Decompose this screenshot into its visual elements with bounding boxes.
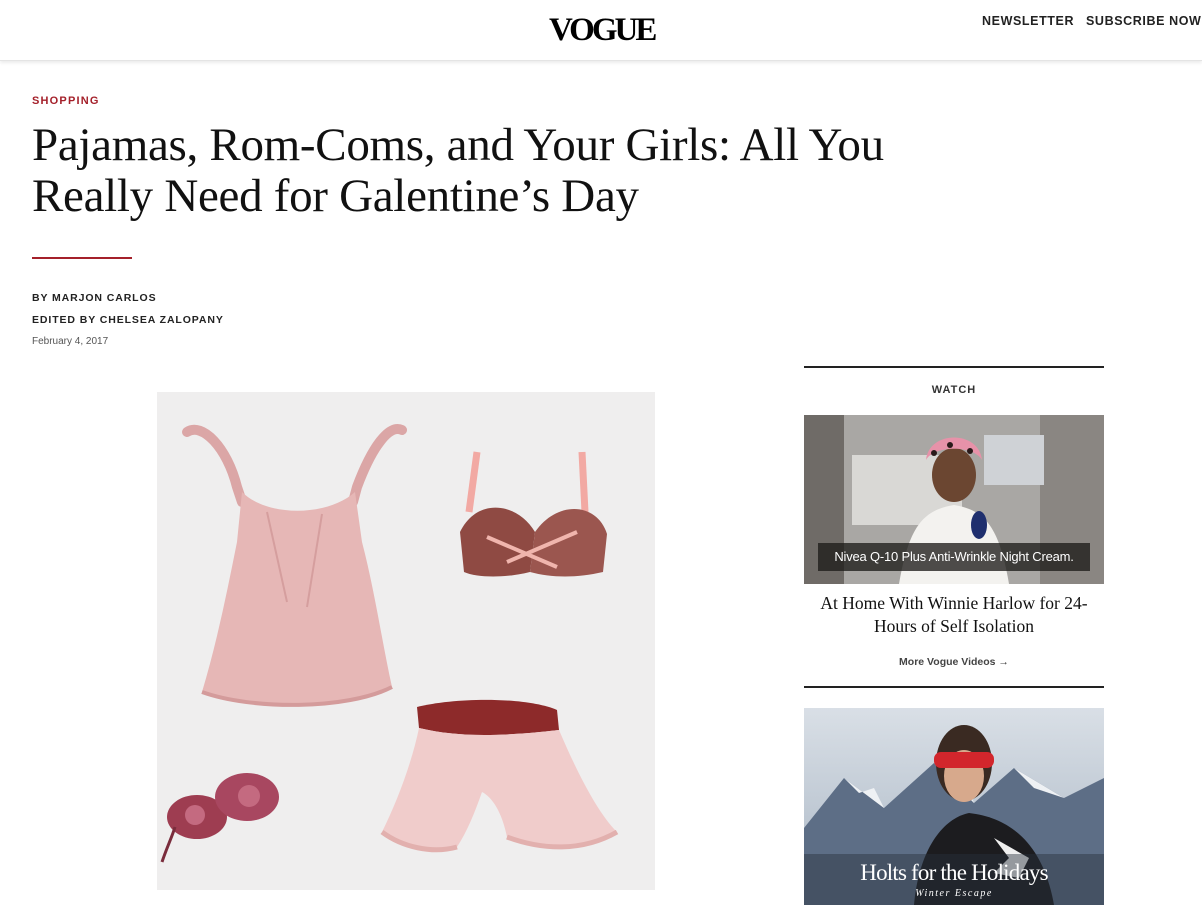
subscribe-now-link[interactable]: SUBSCRIBE NOW	[1086, 14, 1201, 28]
video-caption: Nivea Q-10 Plus Anti-Wrinkle Night Cream…	[818, 543, 1090, 571]
more-vogue-videos-link[interactable]: More Vogue Videos →	[804, 656, 1104, 668]
site-header: VOGUE NEWSLETTER SUBSCRIBE NOW	[0, 0, 1202, 61]
author-link[interactable]: MARJON CARLOS	[52, 292, 156, 304]
vogue-logo[interactable]: VOGUE	[549, 10, 657, 50]
section-tag-shopping[interactable]: SHOPPING	[32, 95, 100, 107]
video-title-link[interactable]: At Home With Winnie Harlow for 24-Hours …	[804, 592, 1104, 638]
byline-author: BY MARJON CARLOS	[32, 292, 156, 304]
newsletter-link[interactable]: NEWSLETTER	[982, 14, 1074, 28]
editor-link[interactable]: CHELSEA ZALOPANY	[100, 314, 224, 326]
headline-divider	[32, 257, 132, 259]
ad-subtitle: Winter Escape	[915, 888, 993, 899]
ad-title: Holts for the Holidays	[860, 860, 1048, 885]
watch-top-rule	[804, 366, 1104, 368]
watch-heading: WATCH	[931, 384, 977, 396]
publish-date: February 4, 2017	[32, 336, 109, 347]
byline-prefix: BY	[32, 292, 53, 304]
article-headline: Pajamas, Rom-Coms, and Your Girls: All Y…	[32, 119, 884, 222]
editor-prefix: EDITED BY	[32, 314, 100, 326]
watch-bottom-rule	[804, 686, 1104, 688]
byline-editor: EDITED BY CHELSEA ZALOPANY	[32, 314, 224, 326]
hero-product-image	[157, 392, 655, 890]
pajama-set-illustration	[157, 392, 655, 890]
